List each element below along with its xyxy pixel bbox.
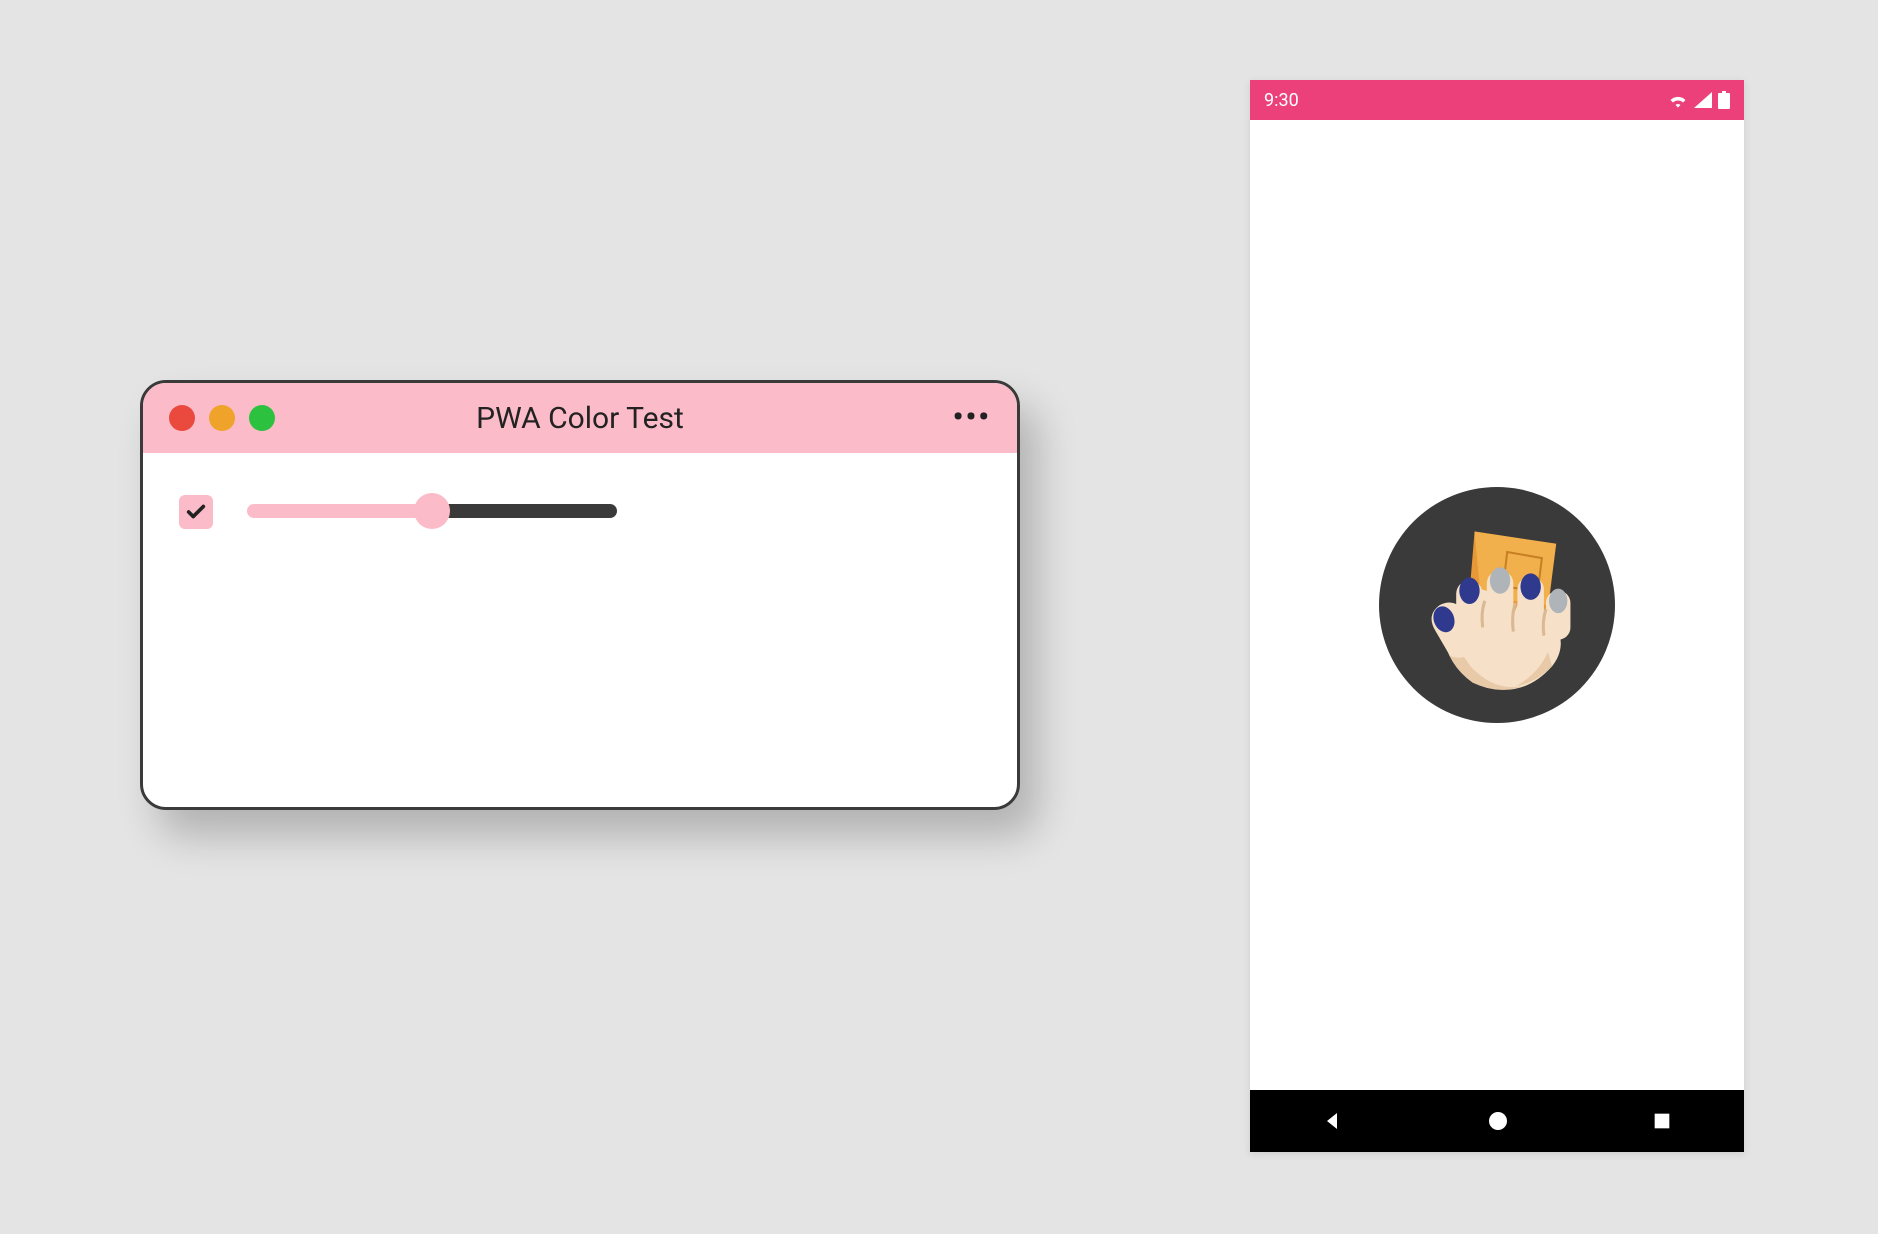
slider-rest bbox=[432, 504, 617, 518]
window-body bbox=[143, 453, 1017, 807]
slider-thumb[interactable] bbox=[414, 493, 450, 529]
wifi-icon bbox=[1668, 92, 1688, 108]
status-icons bbox=[1668, 91, 1730, 109]
splash-icon-circle bbox=[1379, 487, 1615, 723]
traffic-lights bbox=[169, 405, 275, 431]
phone-frame: 9:30 bbox=[1250, 80, 1744, 1152]
nav-back-button[interactable] bbox=[1321, 1109, 1345, 1133]
titlebar: PWA Color Test ••• bbox=[143, 383, 1017, 453]
signal-icon bbox=[1694, 92, 1712, 108]
minimize-button[interactable] bbox=[209, 405, 235, 431]
zoom-button[interactable] bbox=[249, 405, 275, 431]
close-button[interactable] bbox=[169, 405, 195, 431]
home-icon bbox=[1486, 1109, 1510, 1133]
nav-recents-button[interactable] bbox=[1651, 1110, 1673, 1132]
more-button[interactable]: ••• bbox=[953, 403, 991, 433]
check-icon bbox=[185, 501, 207, 523]
recents-icon bbox=[1651, 1110, 1673, 1132]
desktop-window: PWA Color Test ••• bbox=[140, 380, 1020, 810]
slider-fill bbox=[247, 504, 432, 518]
battery-icon bbox=[1718, 91, 1730, 109]
checkbox[interactable] bbox=[179, 495, 213, 529]
phone-body bbox=[1250, 120, 1744, 1090]
squoosh-logo-icon bbox=[1395, 503, 1599, 707]
back-icon bbox=[1321, 1109, 1345, 1133]
nav-home-button[interactable] bbox=[1486, 1109, 1510, 1133]
nav-bar bbox=[1250, 1090, 1744, 1152]
slider[interactable] bbox=[247, 493, 617, 529]
status-bar: 9:30 bbox=[1250, 80, 1744, 120]
status-time: 9:30 bbox=[1264, 90, 1299, 111]
